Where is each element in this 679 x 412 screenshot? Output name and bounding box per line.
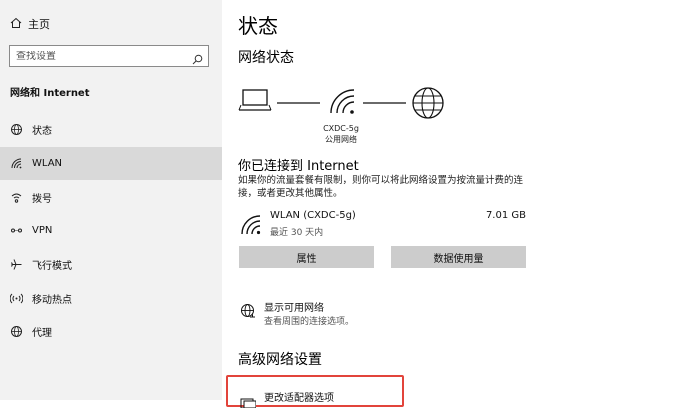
main-content: 状态 网络状态 CXDC-5g 公用网络 你已连接到 Internet 如果你的… <box>222 0 679 409</box>
connected-title: 你已连接到 Internet <box>238 159 359 174</box>
network-status-heading: 网络状态 <box>238 50 294 66</box>
hotspot-icon <box>9 292 23 305</box>
sidebar-item-label: WLAN <box>32 158 63 169</box>
metered-description: 如果你的流量套餐有限制，则你可以将此网络设置为按流量计费的连接，或者更改其他属性… <box>238 175 524 199</box>
section-title: 网络和 Internet <box>10 88 90 99</box>
sidebar-item-label: 飞行模式 <box>32 261 72 272</box>
laptop-icon <box>238 89 272 111</box>
change-adapter-label: 更改适配器选项 <box>264 393 334 404</box>
globe-status-icon <box>9 123 23 136</box>
search-input[interactable] <box>16 50 186 62</box>
change-adapter-options[interactable]: 更改适配器选项 <box>226 375 404 409</box>
network-diagram <box>238 86 448 126</box>
sidebar-item-airplane-mode[interactable]: 飞行模式 <box>0 248 222 281</box>
globe-network-icon <box>240 303 256 323</box>
airplane-icon <box>9 258 23 271</box>
advanced-settings-heading: 高级网络设置 <box>238 352 322 368</box>
sidebar-item-wlan[interactable]: WLAN <box>0 147 222 180</box>
wifi-icon <box>9 157 23 170</box>
search-icon[interactable] <box>192 50 203 69</box>
show-networks-title: 显示可用网络 <box>264 303 324 314</box>
show-available-networks[interactable]: 显示可用网络 查看周围的连接选项。 <box>240 299 540 331</box>
sidebar-item-label: 拨号 <box>32 194 52 205</box>
internet-globe-icon <box>412 87 444 119</box>
show-networks-subtitle: 查看周围的连接选项。 <box>264 317 355 327</box>
home-link[interactable]: 主页 <box>10 14 50 34</box>
data-usage-amount: 7.01 GB <box>485 210 526 221</box>
wifi-signal-icon <box>330 89 355 114</box>
network-type: 公用网络 <box>325 135 357 144</box>
dialup-icon <box>9 191 23 204</box>
sidebar-item-label: 状态 <box>32 126 52 137</box>
sidebar-item-dialup[interactable]: 拨号 <box>0 181 222 214</box>
vpn-icon <box>9 224 23 237</box>
usage-period: 最近 30 天内 <box>270 228 324 238</box>
sidebar-item-status[interactable]: 状态 <box>0 113 222 146</box>
proxy-globe-icon <box>9 325 23 338</box>
home-label: 主页 <box>28 18 50 31</box>
data-usage-button[interactable]: 数据使用量 <box>391 246 526 268</box>
sidebar-item-vpn[interactable]: VPN <box>0 214 222 247</box>
home-icon <box>10 17 28 32</box>
connection-name: WLAN (CXDC-5g) <box>270 210 356 221</box>
sidebar-item-label: VPN <box>32 225 53 236</box>
sidebar-item-label: 代理 <box>32 328 52 339</box>
search-box[interactable] <box>9 45 209 67</box>
sidebar-item-proxy[interactable]: 代理 <box>0 315 222 348</box>
connection-row: WLAN (CXDC-5g) 最近 30 天内 7.01 GB <box>240 210 530 244</box>
ssid-name: CXDC-5g <box>323 124 359 133</box>
sidebar: 主页 网络和 Internet 状态 WLAN 拨号 VPN <box>0 0 222 400</box>
adapter-icon <box>240 393 257 412</box>
sidebar-item-label: 移动热点 <box>32 295 72 306</box>
wifi-icon <box>240 214 262 240</box>
ssid-label: CXDC-5g 公用网络 <box>316 123 366 145</box>
properties-button[interactable]: 属性 <box>239 246 374 268</box>
sidebar-item-hotspot[interactable]: 移动热点 <box>0 282 222 315</box>
page-title: 状态 <box>238 14 278 38</box>
